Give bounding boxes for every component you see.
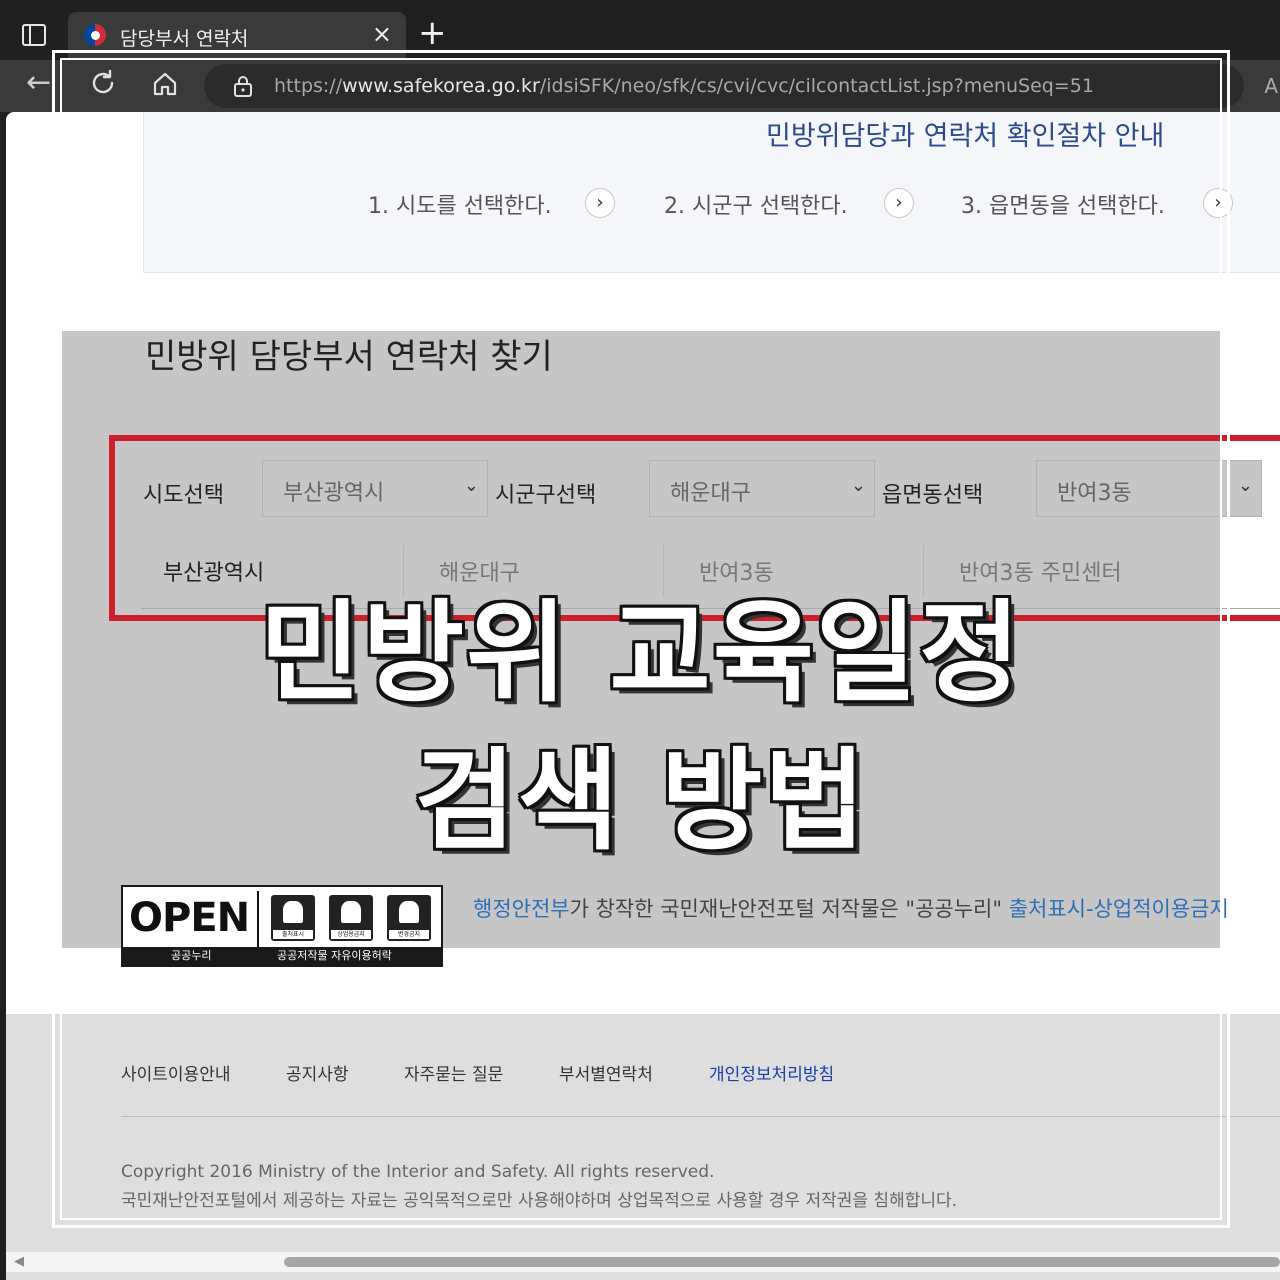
scroll-thumb[interactable] bbox=[284, 1257, 1280, 1267]
eupmyeondong-label: 읍면동선택 bbox=[882, 483, 984, 508]
sigungu-value: 해운대구 bbox=[670, 481, 751, 506]
chevron-down-icon: ⌄ bbox=[1237, 475, 1253, 496]
step-2: 2. 시군구 선택한다. bbox=[664, 194, 848, 219]
scroll-left-icon[interactable]: ◀ bbox=[14, 1254, 24, 1269]
url-text: https://www.safekorea.go.kr/idsiSFK/neo/… bbox=[274, 75, 1094, 97]
chevron-right-icon: › bbox=[884, 188, 914, 218]
sido-label: 시도선택 bbox=[143, 483, 224, 508]
kogl-badge: OPEN 출처표시 상업용금지 변경금지 공공누리 공공저작물 자유이용허락 bbox=[121, 885, 443, 967]
non-commercial-icon: 상업용금지 bbox=[329, 895, 373, 941]
no-derivatives-icon: 변경금지 bbox=[387, 895, 431, 941]
attribution-label: 출처표시 bbox=[273, 930, 313, 939]
search-title: 민방위 담당부서 연락처 찾기 bbox=[145, 337, 553, 377]
footer-divider bbox=[121, 1116, 1280, 1117]
footer-link-faq[interactable]: 자주묻는 질문 bbox=[404, 1060, 503, 1085]
read-aloud-icon[interactable]: A bbox=[1264, 74, 1278, 98]
browser-toolbar: ← https://www.safekorea.go.kr/idsiSFK/ne… bbox=[0, 60, 1280, 112]
screenshot-frame: 담당부서 연락처 × + ← https://www.safekorea.go.… bbox=[0, 0, 1280, 1280]
chevron-down-icon: ⌄ bbox=[850, 475, 866, 496]
tab-actions-icon[interactable] bbox=[22, 24, 46, 46]
badge-divider bbox=[257, 891, 259, 947]
step-3: 3. 읍면동을 선택한다. bbox=[961, 194, 1165, 219]
sigungu-select[interactable]: 해운대구 ⌄ bbox=[649, 460, 875, 517]
taegeuk-favicon-icon bbox=[84, 24, 106, 46]
chevron-down-icon: ⌄ bbox=[463, 475, 479, 496]
attribution-icon: 출처표시 bbox=[271, 895, 315, 941]
sido-value: 부산광역시 bbox=[283, 481, 385, 506]
search-panel-overlay: 민방위 담당부서 연락처 찾기 시도선택 부산광역시 ⌄ 시군구선택 해운대구 … bbox=[61, 331, 1280, 967]
sigungu-label: 시군구선택 bbox=[495, 483, 597, 508]
license-org-link[interactable]: 행정안전부 bbox=[473, 897, 570, 921]
browser-tab[interactable]: 담당부서 연락처 × bbox=[68, 12, 406, 60]
url-prefix: https:// bbox=[274, 75, 343, 97]
footer-link-notice[interactable]: 공지사항 bbox=[286, 1060, 349, 1085]
eupmyeondong-select[interactable]: 반여3동 ⌄ bbox=[1036, 460, 1262, 517]
headline-line-2: 검색 방법 bbox=[414, 737, 868, 865]
tab-title: 담당부서 연락처 bbox=[120, 28, 249, 50]
copyright-text: Copyright 2016 Ministry of the Interior … bbox=[121, 1162, 715, 1182]
headline-line-1: 민방위 교육일정 bbox=[259, 589, 1023, 717]
back-arrow-icon[interactable]: ← bbox=[26, 68, 51, 98]
tab-bar: 담당부서 연락처 × + bbox=[0, 0, 1280, 60]
chevron-right-icon: › bbox=[1203, 188, 1233, 218]
address-bar[interactable]: https://www.safekorea.go.kr/idsiSFK/neo/… bbox=[204, 64, 1244, 108]
tab-close-icon[interactable]: × bbox=[372, 22, 392, 46]
sido-select[interactable]: 부산광역시 ⌄ bbox=[262, 460, 488, 517]
horizontal-scrollbar[interactable]: ◀ bbox=[6, 1252, 1280, 1272]
footer-link-contacts[interactable]: 부서별연락처 bbox=[559, 1060, 653, 1085]
steps-guide: 민방위담당과 연락처 확인절차 안내 1. 시도를 선택한다. › 2. 시군구… bbox=[143, 112, 1280, 273]
badge-footer-left: 공공누리 bbox=[171, 949, 212, 962]
lock-icon[interactable] bbox=[232, 74, 254, 98]
chevron-right-icon: › bbox=[585, 188, 615, 218]
license-text: 행정안전부가 창작한 국민재난안전포털 저작물은 "공공누리" 출처표시-상업적… bbox=[473, 893, 1229, 923]
footer-link-site-guide[interactable]: 사이트이용안내 bbox=[121, 1060, 230, 1085]
no-derivatives-label: 변경금지 bbox=[389, 930, 429, 939]
site-footer: 사이트이용안내 공지사항 자주묻는 질문 부서별연락처 개인정보처리방침 Cop… bbox=[6, 1014, 1280, 1280]
home-icon[interactable] bbox=[150, 69, 180, 99]
badge-footer-right: 공공저작물 자유이용허락 bbox=[277, 949, 392, 962]
license-body: 가 창작한 국민재난안전포털 저작물은 "공공누리" bbox=[569, 897, 1009, 921]
eupmyeondong-value: 반여3동 bbox=[1057, 481, 1132, 506]
step-1: 1. 시도를 선택한다. bbox=[368, 194, 552, 219]
badge-footer: 공공누리 공공저작물 자유이용허락 bbox=[123, 947, 441, 965]
footer-link-privacy[interactable]: 개인정보처리방침 bbox=[709, 1060, 834, 1085]
license-type-link[interactable]: 출처표시-상업적이용금지 bbox=[1009, 897, 1229, 921]
url-host: www.safekorea.go.kr bbox=[342, 75, 540, 97]
open-logo: OPEN bbox=[129, 895, 250, 941]
page-viewport: 민방위담당과 연락처 확인절차 안내 1. 시도를 선택한다. › 2. 시군구… bbox=[6, 112, 1280, 1280]
reload-icon[interactable] bbox=[88, 68, 118, 98]
non-commercial-label: 상업용금지 bbox=[331, 930, 371, 939]
url-path: /idsiSFK/neo/sfk/cs/cvi/cvc/cilcontactLi… bbox=[539, 75, 1094, 97]
new-tab-icon[interactable]: + bbox=[418, 16, 447, 50]
steps-title: 민방위담당과 연락처 확인절차 안내 bbox=[766, 121, 1165, 152]
copyright-notice: 국민재난안전포털에서 제공하는 자료는 공익목적으로만 사용해야하며 상업목적으… bbox=[121, 1191, 958, 1211]
license-icons: 출처표시 상업용금지 변경금지 bbox=[271, 895, 437, 941]
